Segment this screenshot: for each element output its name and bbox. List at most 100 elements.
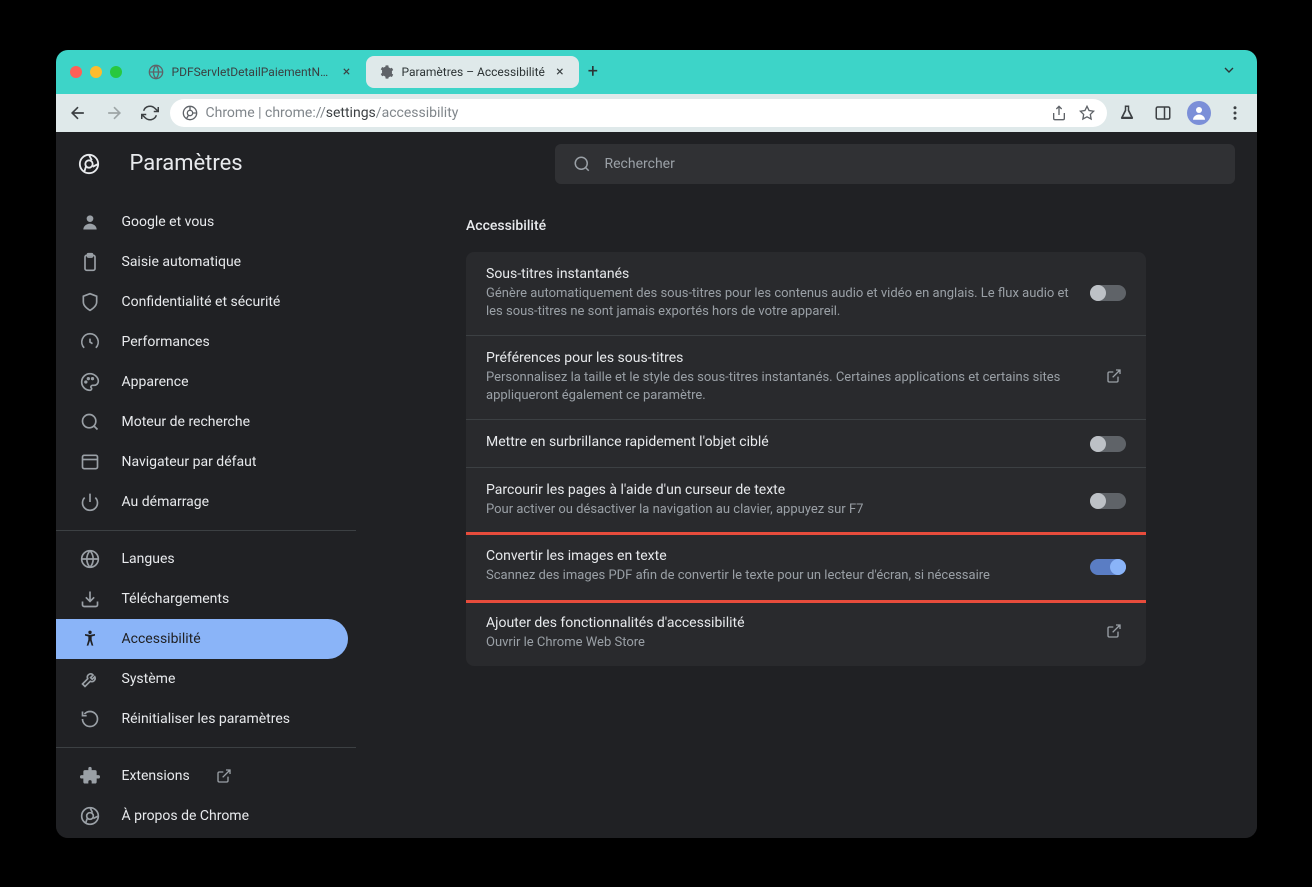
traffic-lights (70, 66, 122, 78)
reload-button[interactable] (138, 101, 162, 125)
sidebar-item-palette[interactable]: Apparence (56, 362, 348, 402)
sidebar-item-label: Langues (122, 551, 175, 567)
sidebar-item-label: Saisie automatique (122, 254, 242, 270)
chevron-down-icon[interactable] (1215, 58, 1243, 86)
row-text: Sous-titres instantanés Génère automatiqu… (486, 266, 1070, 321)
bookmark-icon[interactable] (1079, 105, 1095, 121)
sidebar-item-reset[interactable]: Réinitialiser les paramètres (56, 699, 348, 739)
sidebar-item-shield[interactable]: Confidentialité et sécurité (56, 282, 348, 322)
share-icon[interactable] (1051, 105, 1067, 121)
row-description: Génère automatiquement des sous-titres p… (486, 285, 1070, 321)
row-title: Parcourir les pages à l'aide d'un curseu… (486, 482, 1070, 498)
row-title: Sous-titres instantanés (486, 266, 1070, 282)
settings-row: Mettre en surbrillance rapidement l'obje… (466, 420, 1146, 468)
sidebar-item-label: Extensions (122, 768, 190, 784)
window-close-button[interactable] (70, 66, 82, 78)
external-link-icon[interactable] (1106, 623, 1126, 643)
sidebar-item-chrome[interactable]: À propos de Chrome (56, 796, 348, 836)
back-button[interactable] (66, 101, 90, 125)
sidebar-item-label: Apparence (122, 374, 189, 390)
toolbar-right (1115, 101, 1247, 125)
sidebar-item-label: Performances (122, 334, 210, 350)
sidebar: Google et vous Saisie automatique Confiden… (56, 196, 356, 836)
section-title: Accessibilité (466, 218, 1146, 234)
wrench-icon (80, 669, 100, 689)
settings-header: Paramètres (56, 132, 1257, 196)
sidebar-item-label: Navigateur par défaut (122, 454, 257, 470)
sidebar-item-person[interactable]: Google et vous (56, 202, 348, 242)
settings-card: Sous-titres instantanés Génère automatiqu… (466, 252, 1146, 666)
row-text: Mettre en surbrillance rapidement l'obje… (486, 434, 1070, 453)
row-description: Ouvrir le Chrome Web Store (486, 634, 1086, 652)
row-description: Personnalisez la taille et le style des … (486, 369, 1086, 405)
window-maximize-button[interactable] (110, 66, 122, 78)
sidebar-item-label: Accessibilité (122, 631, 201, 647)
titlebar-right (1215, 58, 1243, 86)
puzzle-icon (80, 766, 100, 786)
accessibility-icon (80, 629, 100, 649)
window-minimize-button[interactable] (90, 66, 102, 78)
download-icon (80, 589, 100, 609)
side-panel-icon[interactable] (1151, 101, 1175, 125)
settings-row[interactable]: Préférences pour les sous-titresPersonna… (466, 336, 1146, 420)
search-input[interactable] (605, 156, 1217, 172)
main-content: Accessibilité Sous-titres instantanés Gén… (356, 196, 1257, 838)
toggle-switch[interactable] (1090, 493, 1126, 509)
sidebar-item-search[interactable]: Moteur de recherche (56, 402, 348, 442)
sidebar-item-download[interactable]: Téléchargements (56, 579, 348, 619)
shield-icon (80, 292, 100, 312)
toggle-switch[interactable] (1090, 559, 1126, 575)
speed-icon (80, 332, 100, 352)
sidebar-item-browser[interactable]: Navigateur par défaut (56, 442, 348, 482)
tab-close-button[interactable]: × (553, 65, 567, 79)
toggle-switch[interactable] (1090, 285, 1126, 301)
sidebar-item-puzzle[interactable]: Extensions (56, 756, 348, 796)
search-icon (573, 155, 591, 173)
sidebar-item-label: Google et vous (122, 214, 215, 230)
row-text: Parcourir les pages à l'aide d'un curseu… (486, 482, 1070, 519)
browser-window: PDFServletDetailPaiementNont × Paramètre… (56, 50, 1257, 838)
person-icon (80, 212, 100, 232)
labs-icon[interactable] (1115, 101, 1139, 125)
sidebar-item-clipboard[interactable]: Saisie automatique (56, 242, 348, 282)
sidebar-item-label: Au démarrage (122, 494, 210, 510)
row-title: Mettre en surbrillance rapidement l'obje… (486, 434, 1070, 450)
gear-icon (378, 64, 394, 80)
power-icon (80, 492, 100, 512)
tab-close-button[interactable]: × (340, 65, 354, 79)
tab-title: PDFServletDetailPaiementNont (172, 65, 332, 79)
row-description: Pour activer ou désactiver la navigation… (486, 501, 1070, 519)
nav-buttons (66, 101, 162, 125)
new-tab-button[interactable]: + (579, 58, 607, 86)
sidebar-item-label: Système (122, 671, 176, 687)
sidebar-item-label: Téléchargements (122, 591, 230, 607)
sidebar-item-speed[interactable]: Performances (56, 322, 348, 362)
external-link-icon (216, 768, 232, 784)
profile-avatar[interactable] (1187, 101, 1211, 125)
omnibox-text: Chrome | chrome://settings/accessibility (206, 105, 459, 121)
toggle-switch[interactable] (1090, 436, 1126, 452)
globe-icon (80, 549, 100, 569)
settings-title: Paramètres (130, 151, 243, 176)
palette-icon (80, 372, 100, 392)
menu-icon[interactable] (1223, 101, 1247, 125)
search-box[interactable] (555, 144, 1235, 184)
tabs: PDFServletDetailPaiementNont × Paramètre… (136, 50, 1215, 94)
omnibox[interactable]: Chrome | chrome://settings/accessibility (170, 99, 1107, 127)
sidebar-item-label: Réinitialiser les paramètres (122, 711, 291, 727)
sidebar-item-label: Moteur de recherche (122, 414, 251, 430)
content-area: Paramètres Google et vous Saisie automati… (56, 132, 1257, 838)
chrome-icon (182, 105, 198, 121)
external-link-icon[interactable] (1106, 368, 1126, 388)
sidebar-item-power[interactable]: Au démarrage (56, 482, 348, 522)
tab-pdf[interactable]: PDFServletDetailPaiementNont × (136, 56, 366, 88)
settings-row: Sous-titres instantanés Génère automatiqu… (466, 252, 1146, 336)
settings-row: Convertir les images en texteScannez des… (466, 534, 1146, 600)
tab-settings[interactable]: Paramètres – Accessibilité × (366, 56, 579, 88)
sidebar-item-accessibility[interactable]: Accessibilité (56, 619, 348, 659)
sidebar-item-globe[interactable]: Langues (56, 539, 348, 579)
forward-button[interactable] (102, 101, 126, 125)
settings-row[interactable]: Ajouter des fonctionnalités d'accessibil… (466, 601, 1146, 666)
sidebar-item-wrench[interactable]: Système (56, 659, 348, 699)
browser-icon (80, 452, 100, 472)
